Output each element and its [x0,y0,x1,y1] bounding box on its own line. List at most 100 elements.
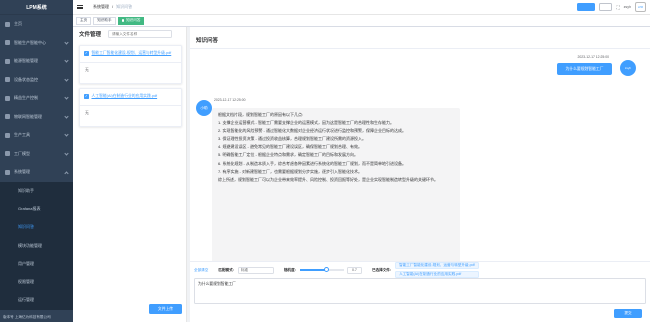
chevron-down-icon [64,150,69,156]
question-input[interactable]: 为什么要规划智能工厂 [194,278,646,304]
tag-knowledge-assistant[interactable]: 知识助手 [93,16,116,25]
sidebar-item[interactable]: 系统管理 [0,163,73,182]
chevron-down-icon [64,95,69,100]
temperature-input[interactable]: 0.7 [346,266,362,274]
bot-paragraph: 根据文档片段，规划智能工厂的原因有以下几点: [218,112,304,117]
navbar: 系统管理 / 知识问答 ⛶ zsyh LPM [73,0,650,15]
sidebar: LPM系统 主页 智能生产智能中心 能源智能管理 设备状态监控 精益生产控制 物联网智能管… [0,0,73,322]
slider-handle[interactable] [323,267,329,273]
submenu-item[interactable]: 权限管理 [0,273,73,291]
sidebar-item[interactable]: 设备状态监控 [0,71,73,90]
hamburger-icon[interactable] [77,4,83,10]
sidebar-item[interactable]: 主页 [0,15,73,34]
mode-label: 匹配模式: [218,267,234,272]
active-dot-icon [121,19,125,22]
chevron-down-icon [64,76,69,82]
divider [190,48,650,49]
tag-home[interactable]: 主页 [76,16,92,25]
chevron-down-icon [64,113,69,119]
temperature-label: 随机度: [283,267,296,272]
user-name[interactable]: zsyh [624,5,631,9]
upload-button[interactable]: 文件上传 [149,304,182,314]
submit-button[interactable]: 提交 [614,309,642,318]
bot-paragraph: 5. 明确智能工厂定位 - 根据企业特点和需求，确定智能工厂的目标和发展方向。 [218,152,359,158]
chevron-down-icon [64,170,69,176]
chevron-down-icon [64,58,69,63]
sidebar-menu: 主页智能生产智能中心能源智能管理 设备状态监控精益生产控制物联网智能管理 生产工具工… [0,15,73,310]
menu-icon [5,95,10,101]
chevron-down-icon [64,39,69,45]
menu-icon [5,21,10,27]
menu-icon [5,132,10,138]
breadcrumb-separator: / [112,4,114,9]
submenu-item[interactable]: 运行管理 [0,291,73,309]
nav-plain-button[interactable] [599,3,613,11]
file-card[interactable]: ✓ 智能工厂智能化建设-规划、运营与转型升级.pdf 无 [79,45,182,84]
sidebar-item[interactable]: 生产工具 [0,126,73,145]
breadcrumb-current: 知识问答 [116,4,133,9]
bot-avatar: 小助 [196,100,212,116]
chevron-down-icon [64,132,69,137]
checkbox-checked-icon[interactable]: ✓ [84,94,89,99]
submenu-item[interactable]: 模块功能管理 [0,236,73,254]
submenu-item[interactable]: 知识问答 [0,218,73,236]
selected-file-chip[interactable]: 人工智能(AI)在制造行业的应用实践.pdf [395,270,479,278]
temperature-slider[interactable] [299,267,344,273]
tags-view: 主页 知识助手 知识问答 [73,15,650,27]
file-link[interactable]: 人工智能(AI)在制造行业的应用实践.pdf [92,94,158,99]
sidebar-item-label: 物联网智能管理 [14,113,42,119]
mode-select[interactable]: 标准 [237,266,274,274]
temperature-value: 0.7 [351,268,357,272]
sidebar-item-label: 主页 [14,21,22,27]
bot-message-time: 2023-12-17 12:25:00 [214,98,246,102]
selected-files: 智能工厂智能化建设-规划、运营与转型升级.pdf 人工智能(AI)在制造行业的应… [395,262,481,278]
user-avatar: zsyh [620,60,636,76]
submenu-item[interactable]: 知识助手 [0,182,73,200]
submenu-item[interactable]: Grafana报表 [0,200,73,218]
sidebar-item[interactable]: 能源智能管理 [0,52,73,71]
tag-label: 知识问答 [126,18,141,22]
company-logo: LPM [635,2,646,12]
sidebar-item[interactable]: 智能生产智能中心 [0,34,73,53]
file-card-content: 无 [85,111,89,115]
sidebar-item[interactable]: 精益生产控制 [0,89,73,108]
slider-fill [299,269,327,271]
control-row: 全部清空 匹配模式: 标准 随机度: 0.7 已选择文件: 智能工厂智能化建设-… [194,262,646,278]
menu-icon [5,40,10,46]
selected-files-label: 已选择文件: [371,267,392,272]
tag-knowledge-qa[interactable]: 知识问答 [117,16,145,25]
selected-file-chip[interactable]: 智能工厂智能化建设-规划、运营与转型升级.pdf [395,262,479,270]
bot-paragraph: 1. 支撑企业运营模式 - 智能工厂需要支撑企业的运营模式，因为这是智能工厂的合… [218,120,395,126]
file-card-content: 无 [85,68,89,72]
fullscreen-icon[interactable]: ⛶ [616,5,619,10]
checkbox-checked-icon[interactable]: ✓ [84,51,89,56]
sidebar-item[interactable]: 工厂模型 [0,145,73,164]
user-message-time: 2023-12-17 12:25:00 [577,55,609,59]
breadcrumb: 系统管理 / 知识问答 [93,4,132,10]
breadcrumb-root[interactable]: 系统管理 [93,4,109,10]
file-card[interactable]: ✓ 人工智能(AI)在制造行业的应用实践.pdf 无 [79,88,182,127]
user-message: 为什么要规划智能工厂 [557,63,612,75]
nav-primary-button[interactable] [577,3,596,11]
input-bar: 全部清空 匹配模式: 标准 随机度: 0.7 已选择文件: 智能工厂智能化建设-… [190,261,650,322]
file-link[interactable]: 智能工厂智能化建设-规划、运营与转型升级.pdf [92,51,172,56]
sidebar-footer: 版本号 上海亿为科技有限公司 [3,315,51,319]
bot-message: 根据文档片段，规划智能工厂的原因有以下几点: 1. 支撑企业运营模式 - 智能工… [212,108,460,278]
menu-icon [5,77,10,83]
bot-paragraph: 3. 保证理性投资决策 - 通过投资收益核算，合理规划智能工厂建设所需的资源投入… [218,136,367,142]
file-card-header: ✓ 人工智能(AI)在制造行业的应用实践.pdf [80,89,181,106]
bot-paragraph: 6. 系统化规划 - 从制造本质入手，综合考虑各种因素进行系统化的智能工厂规划，… [218,160,406,166]
tag-label: 知识助手 [97,18,112,22]
tag-label: 主页 [80,18,88,22]
sidebar-item[interactable]: 物联网智能管理 [0,108,73,127]
clear-all-button[interactable]: 全部清空 [194,268,208,273]
sidebar-item-label: 生产工具 [14,132,30,138]
submenu-item[interactable]: 用户管理 [0,255,73,273]
file-panel-header: 文件管理 [73,27,186,41]
menu-icon [5,151,10,157]
sidebar-item-label: 系统管理 [14,169,30,175]
sidebar-item-label: 设备状态监控 [14,76,38,82]
bot-paragraph: 2. 实现智能化的风险预警 - 通过智能化大数据对企业经济运行状况进行监控和预警… [218,128,406,134]
sidebar-item-label: 能源智能管理 [14,58,38,64]
file-search-input[interactable] [108,30,173,38]
